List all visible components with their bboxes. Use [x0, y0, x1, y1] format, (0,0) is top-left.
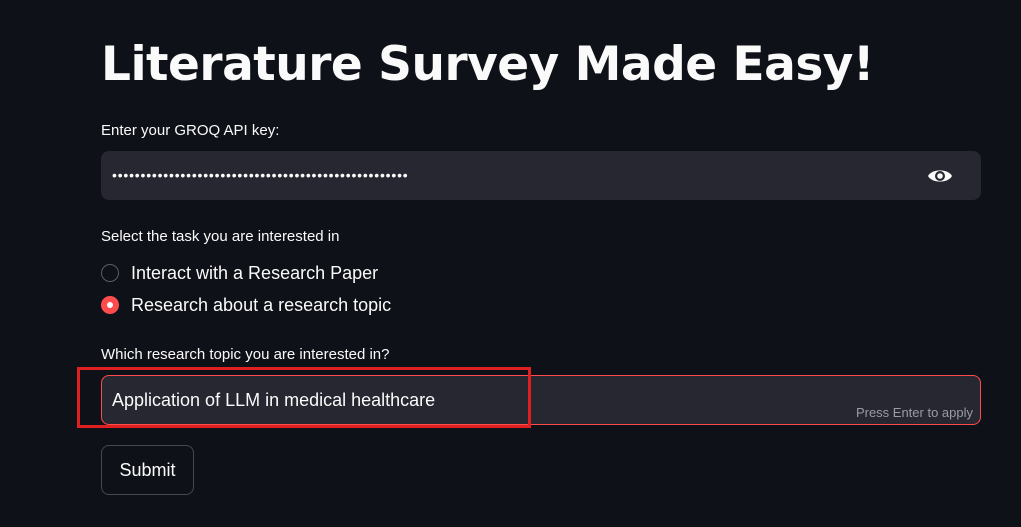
- api-key-masked-value[interactable]: ••••••••••••••••••••••••••••••••••••••••…: [112, 163, 472, 187]
- radio-unchecked-icon[interactable]: [101, 264, 119, 282]
- page-title: Literature Survey Made Easy!: [101, 37, 874, 92]
- radio-option-interact-paper[interactable]: Interact with a Research Paper: [101, 261, 378, 285]
- radio-checked-icon[interactable]: [101, 296, 119, 314]
- radio-option-label: Research about a research topic: [131, 294, 392, 315]
- radio-option-label: Interact with a Research Paper: [131, 262, 379, 283]
- task-label: Select the task you are interested in: [101, 228, 340, 245]
- press-enter-hint: Press Enter to apply: [855, 405, 973, 420]
- annotation-highlight-box: [77, 367, 531, 428]
- eye-icon[interactable]: [927, 165, 953, 187]
- topic-label: Which research topic you are interested …: [101, 346, 390, 363]
- api-key-field[interactable]: ••••••••••••••••••••••••••••••••••••••••…: [101, 151, 981, 200]
- app-page: Literature Survey Made Easy! Enter your …: [0, 0, 1021, 527]
- submit-button[interactable]: Submit: [101, 445, 194, 495]
- api-key-label: Enter your GROQ API key:: [101, 122, 280, 139]
- radio-option-research-topic[interactable]: Research about a research topic: [101, 293, 391, 317]
